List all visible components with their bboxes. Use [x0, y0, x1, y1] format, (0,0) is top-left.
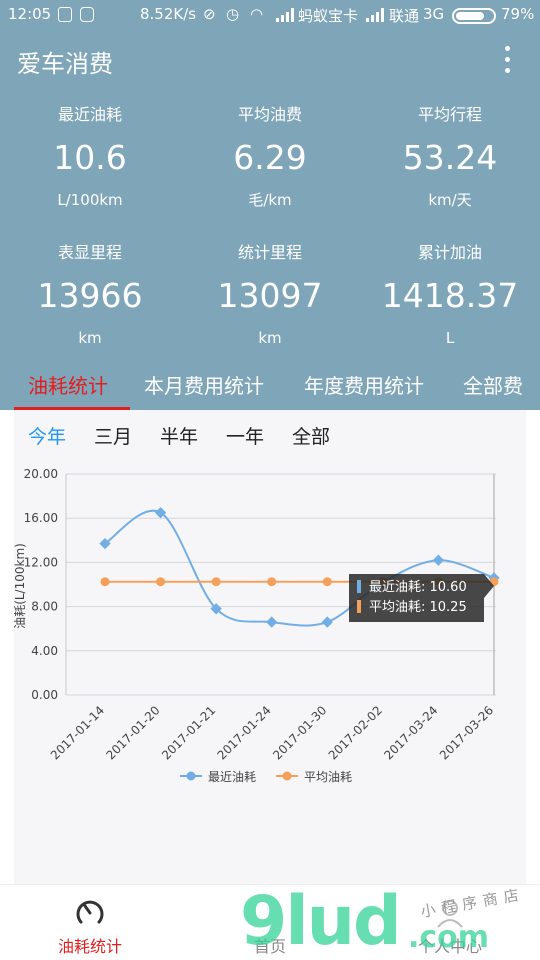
stat-recent-consumption: 最近油耗 10.6 L/100km: [53, 105, 127, 209]
chart-panel: 今年 三月 半年 一年 全部 0.00 4.00 8.00 12.00 16.00 20.…: [14, 410, 526, 884]
x-tick-label: 2017-03-26: [437, 703, 496, 762]
legend-label: 平均油耗: [304, 770, 352, 784]
mute-icon: ⊘: [203, 5, 216, 23]
legend-marker: [282, 771, 292, 781]
legend-marker: [186, 771, 196, 781]
cloud-icon: [80, 7, 94, 22]
x-tick-label: 2017-01-24: [215, 703, 274, 762]
data-point: [432, 554, 445, 566]
tab-bar: 油耗统计 本月费用统计 年度费用统计 全部费: [0, 358, 540, 410]
y-tick-label: 8.00: [31, 600, 58, 614]
tooltip-line: 最近油耗: 10.60: [369, 580, 467, 595]
signal-icon: [366, 8, 384, 22]
data-point: [321, 616, 333, 628]
stat-tracked-mileage: 统计里程 13097 km: [217, 243, 323, 347]
x-tick-label: 2017-01-20: [103, 703, 162, 762]
tab-all-cost[interactable]: 全部费: [463, 370, 523, 399]
x-tick-label: 2017-01-30: [270, 703, 329, 762]
stat-avg-fuel-cost: 平均油费 6.29 毛/km: [233, 105, 307, 209]
overflow-menu-icon[interactable]: [500, 46, 514, 76]
stat-odometer: 表显里程 13966 km: [37, 243, 143, 347]
x-tick-label: 2017-03-24: [381, 703, 440, 762]
y-tick-label: 4.00: [31, 644, 58, 658]
y-axis-label: 油耗(L/100km): [14, 543, 27, 629]
status-battery: 79%: [501, 5, 535, 23]
data-point: [322, 577, 332, 587]
y-tick-label: 20.00: [24, 467, 58, 481]
sim-icon: [58, 7, 72, 22]
header-panel: 12:05 8.52K/s ⊘ ◷ ◠ 蚂蚁宝卡 联通 3G 79% 爱车消费 …: [0, 0, 540, 410]
data-point: [267, 577, 277, 587]
y-tick-label: 12.00: [24, 555, 58, 569]
stat-total-refuel: 累计加油 1418.37 L: [381, 243, 519, 347]
data-point: [100, 577, 110, 587]
app-title: 爱车消费: [17, 50, 113, 78]
x-tick-label: 2017-01-21: [159, 703, 218, 762]
status-carrier1: 蚂蚁宝卡: [298, 7, 359, 25]
y-tick-label: 0.00: [31, 688, 58, 702]
status-bar: 12:05 8.52K/s ⊘ ◷ ◠ 蚂蚁宝卡 联通 3G 79%: [0, 0, 540, 30]
tooltip-swatch: [357, 580, 361, 593]
tab-monthly-cost[interactable]: 本月费用统计: [144, 370, 264, 399]
legend-label: 最近油耗: [208, 770, 256, 784]
x-tick-label: 2017-02-02: [326, 703, 385, 762]
gauge-icon: [76, 900, 104, 924]
x-tick-label: 2017-01-14: [48, 703, 107, 762]
tooltip-swatch: [357, 600, 361, 613]
nav-fuel-stats[interactable]: 油耗统计: [0, 885, 180, 960]
data-point: [211, 577, 221, 587]
watermark-suffix: .com: [408, 920, 490, 955]
tab-yearly-cost[interactable]: 年度费用统计: [304, 370, 424, 399]
status-network: 3G: [423, 5, 445, 23]
battery-icon: [452, 8, 496, 24]
nav-fuel-stats-label: 油耗统计: [57, 937, 122, 956]
alarm-icon: ◷: [226, 5, 240, 23]
data-point: [156, 577, 166, 587]
data-point: [266, 616, 278, 628]
wifi-icon: ◠: [250, 5, 264, 23]
y-tick-label: 16.00: [24, 511, 58, 525]
watermark-logo: 9lud: [240, 882, 402, 960]
status-carrier2: 联通: [389, 7, 420, 25]
status-time: 12:05: [8, 5, 52, 23]
tooltip-line: 平均油耗: 10.25: [369, 600, 467, 615]
fuel-consumption-chart[interactable]: 0.004.008.0012.0016.0020.00 油耗(L/100km) …: [14, 410, 526, 884]
signal-icon: [276, 8, 294, 22]
stat-avg-trip: 平均行程 53.24 km/天: [402, 105, 498, 209]
tab-fuel-stats[interactable]: 油耗统计: [28, 370, 108, 399]
status-speed: 8.52K/s: [140, 5, 197, 23]
